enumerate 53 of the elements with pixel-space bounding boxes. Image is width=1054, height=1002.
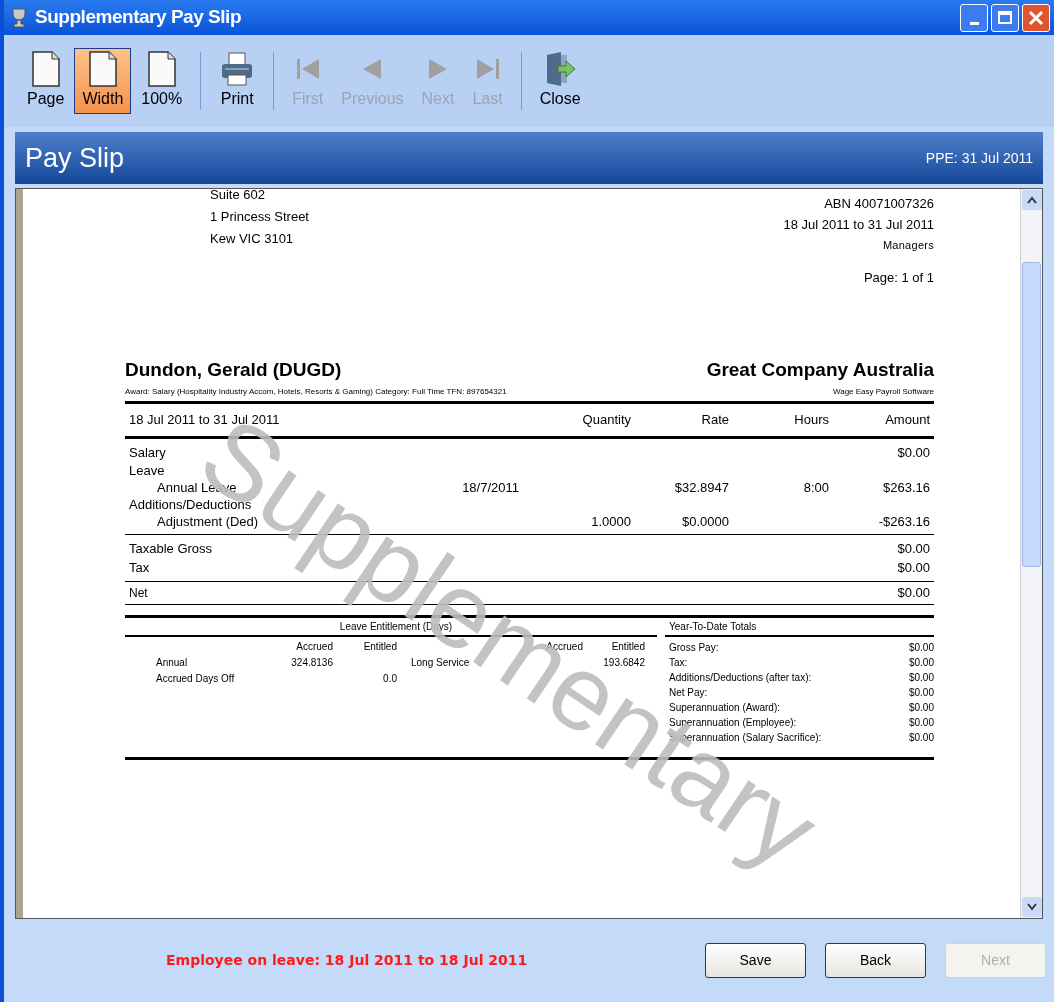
skip-forward-icon	[474, 56, 501, 82]
ytd-value: $0.00	[908, 715, 934, 730]
address-line: Suite 602	[210, 189, 266, 204]
address-line: 1 Princess Street	[210, 208, 309, 226]
close-button[interactable]	[1022, 3, 1050, 32]
ytd-value: $0.00	[908, 640, 934, 655]
total-amount: $0.00	[897, 558, 930, 577]
footer-button[interactable]: Save	[705, 943, 806, 978]
toolbar-button[interactable]: Width	[74, 48, 132, 114]
scroll-up-button[interactable]	[1021, 190, 1042, 210]
close-icon	[1028, 9, 1044, 26]
skip-back-icon	[294, 56, 321, 82]
period-end-label: PPE: 31 Jul 2011	[925, 148, 1033, 168]
chevron-down-icon	[1026, 903, 1037, 911]
ytd-value: $0.00	[908, 685, 934, 700]
employee-name: Dundon, Gerald (DUGD)	[125, 358, 342, 382]
table-cell-text: $0.00	[896, 443, 930, 462]
column-header: Hours	[794, 410, 829, 427]
toolbar-button[interactable]: Page	[19, 48, 73, 114]
window-title: Supplementary Pay Slip	[35, 5, 241, 30]
page-icon	[146, 51, 177, 87]
page-icon	[87, 51, 118, 87]
company-info-line: 18 Jul 2011 to 31 Jul 2011	[783, 216, 934, 234]
ytd-value: $0.00	[908, 670, 934, 685]
toolbar-button[interactable]: Close	[531, 48, 589, 114]
scroll-thumb[interactable]	[1022, 262, 1041, 567]
company-info-line: ABN 40071007326	[823, 195, 934, 213]
toolbar-button[interactable]: Print	[211, 48, 264, 114]
award-details: Award: Salary (Hospitality Industry Accom, Hotels, Resorts & Gaming) Category: Full Time TFN: 897654321	[125, 385, 507, 398]
ytd-value: $0.00	[908, 730, 934, 745]
company-info-line: Managers	[881, 238, 934, 253]
software-name: Wage Easy Payroll Software	[832, 385, 934, 398]
company-name: Great Company Australia	[706, 358, 934, 382]
column-header: Rate	[701, 410, 729, 427]
chevron-up-icon	[1026, 196, 1037, 204]
toolbar-button[interactable]: 100%	[133, 48, 191, 114]
scroll-down-button[interactable]	[1021, 897, 1042, 917]
header-title: Pay Slip	[25, 141, 125, 175]
page-icon	[30, 51, 61, 87]
table-cell-text: -$263.16	[877, 512, 930, 531]
minimize-button[interactable]	[960, 3, 988, 32]
address-line: Kew VIC 3101	[210, 230, 295, 248]
leave-warning: Employee on leave: 18 Jul 2011 to 18 Jul 2011	[166, 951, 528, 970]
ytd-value: $0.00	[908, 655, 934, 670]
ytd-value: $0.00	[908, 700, 934, 715]
page-number: Page: 1 of 1	[862, 269, 934, 287]
scrollbar[interactable]	[1020, 189, 1042, 918]
net-amount: $0.00	[897, 583, 930, 602]
table-cell-text: $263.16	[882, 478, 930, 497]
column-header: Amount	[884, 410, 930, 429]
total-amount: $0.00	[897, 539, 930, 558]
footer-button[interactable]: Back	[825, 943, 926, 978]
maximize-button[interactable]	[991, 3, 1019, 32]
